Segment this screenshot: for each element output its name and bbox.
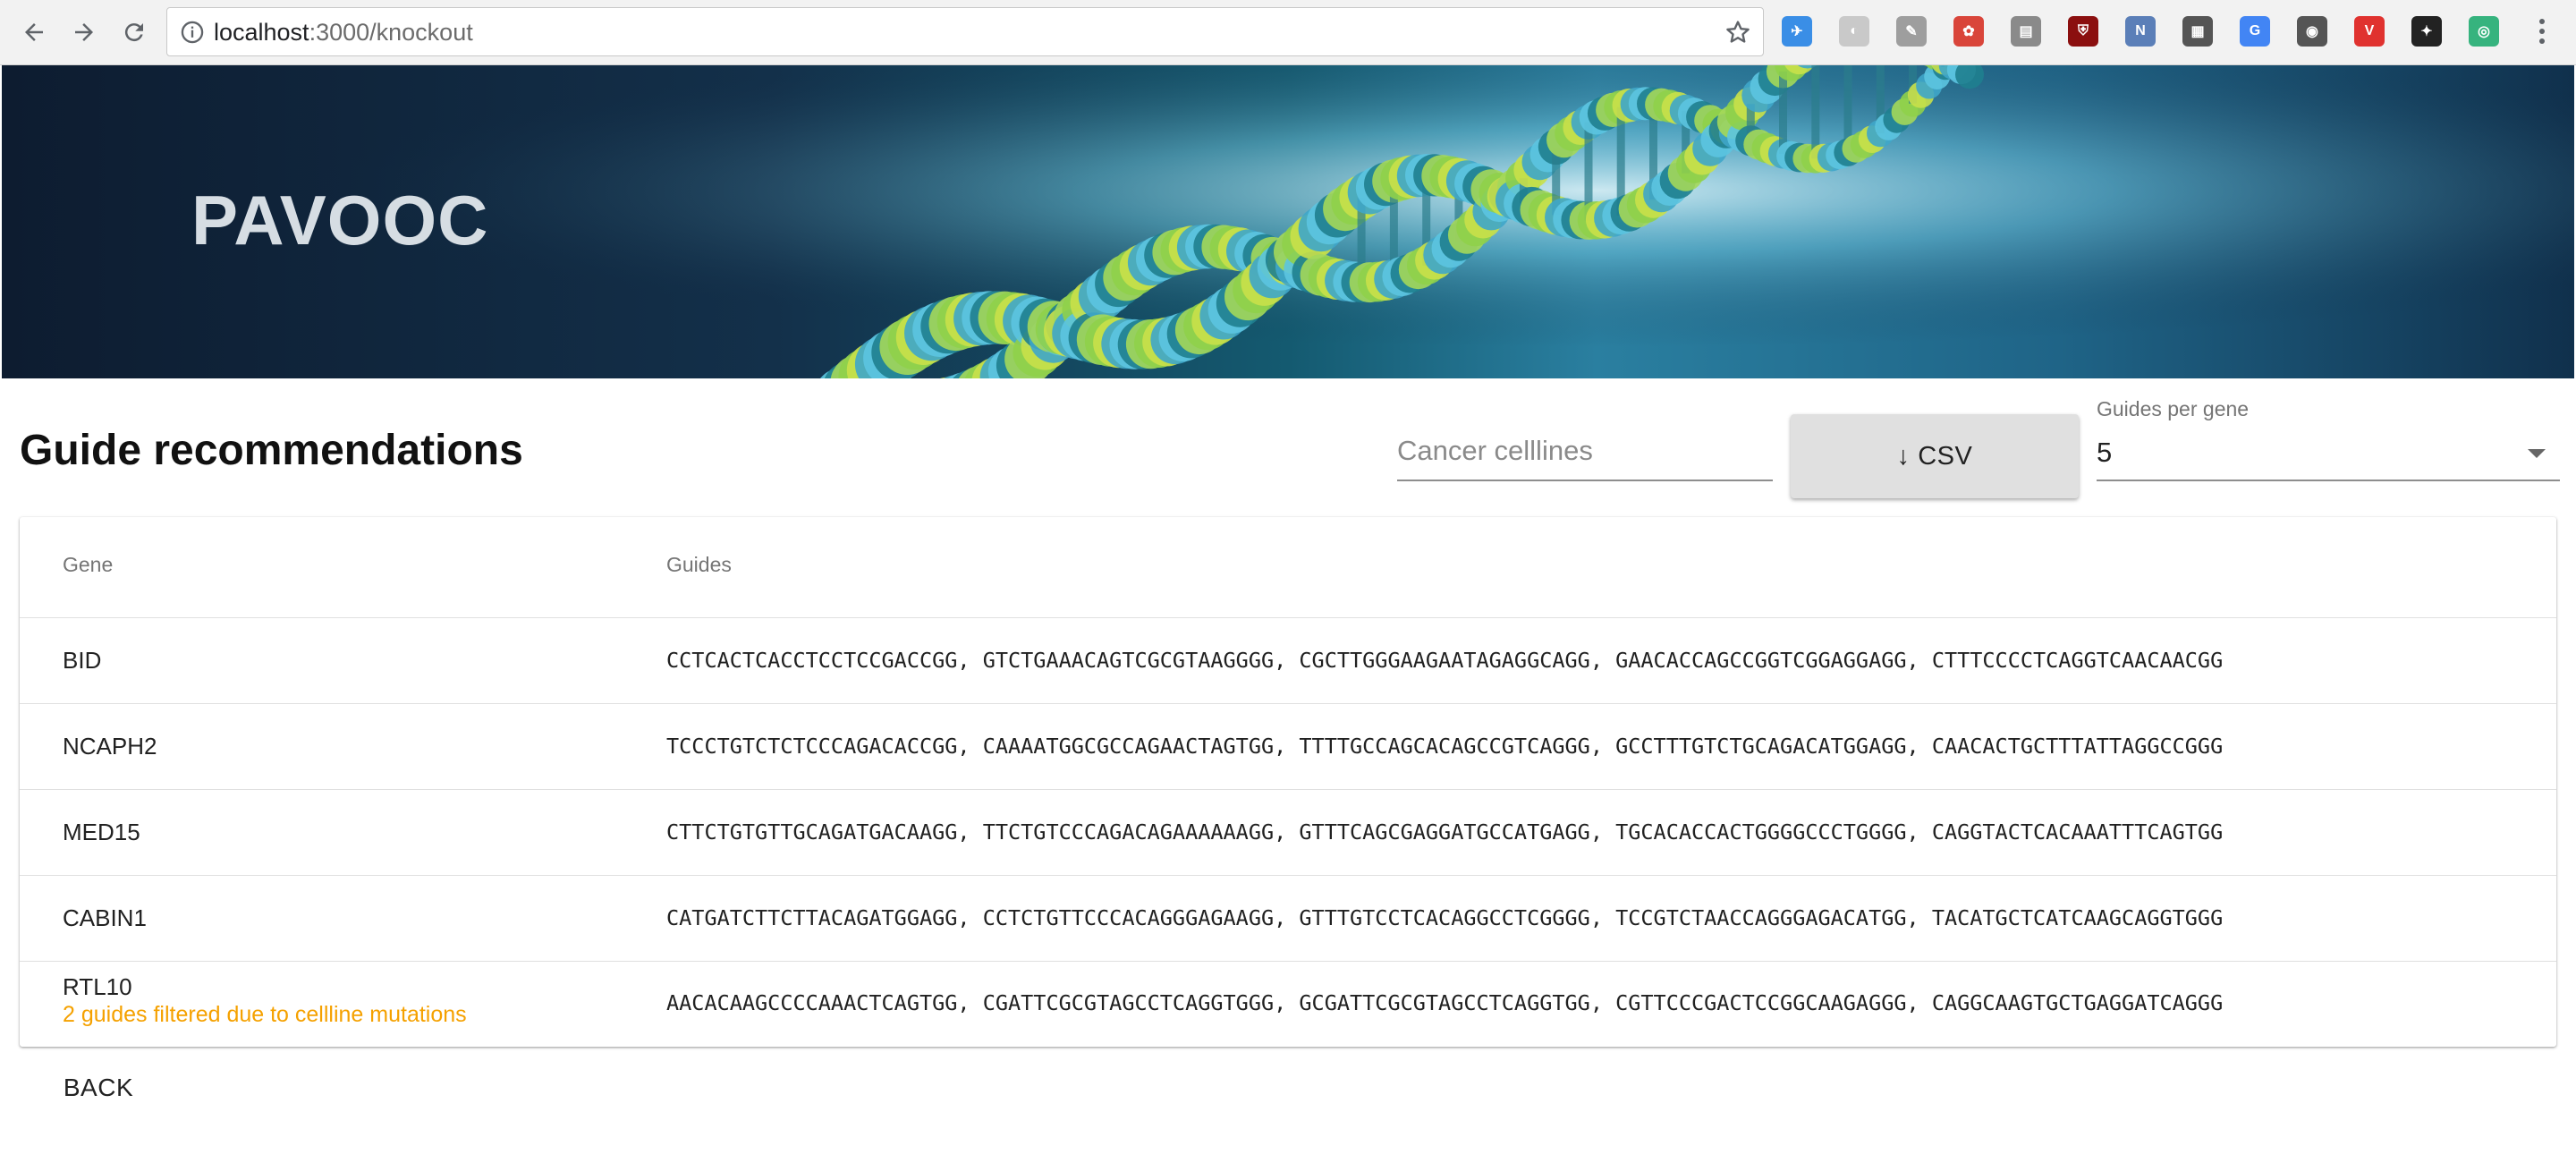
gnome-ext-icon[interactable]: ✦ [2411,16,2442,47]
download-csv-button[interactable]: ↓ CSV [1791,414,2079,498]
vivaldi-ext-icon[interactable]: V [2354,16,2385,47]
puzzle-ext-icon[interactable]: ✿ [1953,16,1984,47]
reload-icon[interactable] [114,13,154,52]
hero-banner: PAVOOC [2,65,2574,378]
folder-ext-icon[interactable]: ▤ [2011,16,2041,47]
table-row: BID CCTCACTCACCTCCTCCGACCGG, GTCTGAAACAG… [20,617,2556,704]
ublock-ext-icon[interactable]: ⛨ [2068,16,2098,47]
guide-sequences: CCTCACTCACCTCCTCCGACCGG, GTCTGAAACAGTCGC… [666,648,2224,673]
table-row: MED15 CTTCTGTGTTGCAGATGACAAGG, TTCTGTCCC… [20,789,2556,876]
gene-name: BID [63,647,102,674]
guides-per-gene-value: 5 [2097,437,2113,468]
gene-name: NCAPH2 [63,733,157,760]
column-header-gene: Gene [63,553,114,576]
table-row: CABIN1 CATGATCTTCTTACAGATGGAGG, CCTCTGTT… [20,875,2556,962]
ghost-ext-icon[interactable]: ◐ [1839,16,1869,47]
app-title: PAVOOC [191,181,489,259]
table-row: RTL10 2 guides filtered due to cellline … [20,961,2556,1047]
page-title: Guide recommendations [20,427,523,474]
ng-ext-icon[interactable]: N [2125,16,2156,47]
table-header: Gene Guides [20,517,2556,618]
translate-ext-icon[interactable]: G [2240,16,2270,47]
info-icon[interactable] [180,20,205,45]
filter-warning-text: 2 guides filtered due to cellline mutati… [63,1002,467,1027]
guides-per-gene-select[interactable]: 5 [2097,429,2560,481]
table-row: NCAPH2 TCCCTGTCTCTCCCAGACACCGG, CAAAATGG… [20,703,2556,790]
url-host: localhost [214,19,309,46]
guides-per-gene-label: Guides per gene [2097,397,2250,420]
notes-ext-icon[interactable]: ✎ [1896,16,1927,47]
guide-sequences: CATGATCTTCTTACAGATGGAGG, CCTCTGTTCCCACAG… [666,905,2224,930]
address-bar[interactable]: localhost:3000/knockout [166,7,1764,56]
dropdown-arrow-icon[interactable] [2528,449,2546,458]
column-header-guides: Guides [666,553,732,576]
cancer-cellline-input[interactable] [1397,429,1773,467]
url-text[interactable]: localhost:3000/knockout [214,19,473,46]
url-path: :3000/knockout [309,19,473,46]
bookmark-star-icon[interactable] [1724,18,1752,47]
mask-ext-icon[interactable]: ▦ [2182,16,2213,47]
guides-table: Gene Guides BID CCTCACTCACCTCCTCCGACCGG,… [20,517,2556,1047]
gene-name: RTL10 [63,973,132,1000]
gene-name: MED15 [63,819,140,845]
guide-sequences: CTTCTGTGTTGCAGATGACAAGG, TTCTGTCCCAGACAG… [666,819,2224,845]
back-arrow-icon[interactable] [14,13,54,52]
guide-sequences: TCCCTGTCTCTCCCAGACACCGG, CAAAATGGCGCCAGA… [666,734,2224,759]
target-ext-icon[interactable]: ◎ [2469,16,2499,47]
browser-menu-icon[interactable] [2529,14,2555,50]
paper-plane-ext-icon[interactable]: ✈ [1782,16,1812,47]
browser-toolbar: localhost:3000/knockout ✈ ◐ ✎ ✿ ▤ ⛨ N ▦ G ◉ V ✦ ◎ [0,0,2576,65]
gene-name: CABIN1 [63,904,147,931]
guide-sequences: AACACAAGCCCCAAACTCAGTGG, CGATTCGCGTAGCCT… [666,990,2224,1015]
back-button[interactable]: BACK [47,1063,150,1113]
cancer-cellline-field[interactable] [1397,429,1773,481]
forward-arrow-icon[interactable] [64,13,104,52]
lightbulb-ext-icon[interactable]: ◉ [2297,16,2327,47]
